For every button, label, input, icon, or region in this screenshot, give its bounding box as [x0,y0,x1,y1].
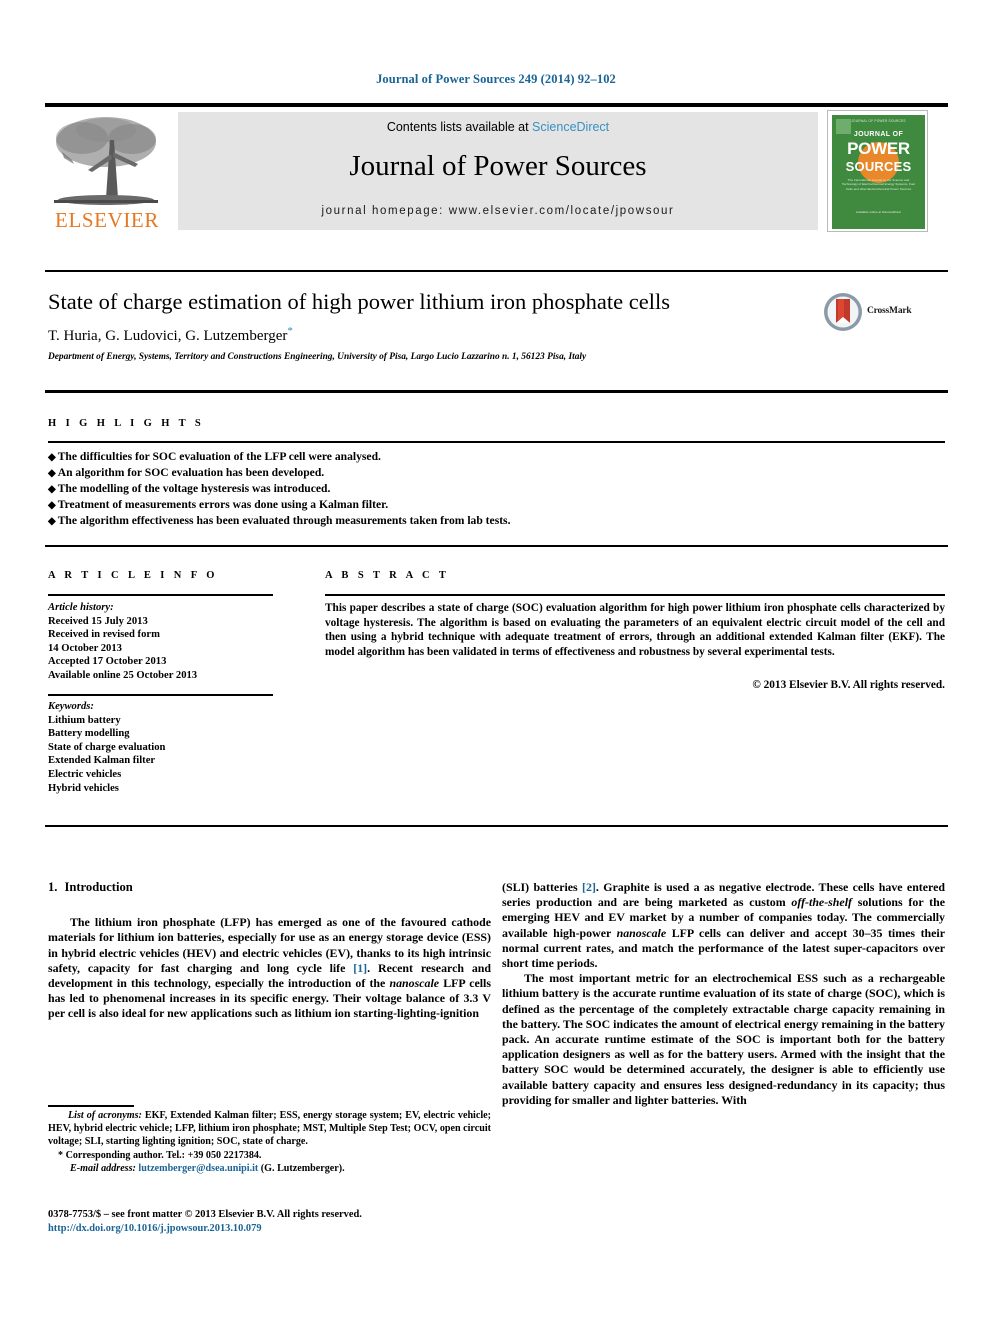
highlights-heading: H I G H L I G H T S [48,418,205,429]
highlights-top-rule [45,390,948,393]
keyword-item: Extended Kalman filter [48,755,156,767]
author-names: T. Huria, G. Ludovici, G. Lutzemberger [48,328,288,344]
section-number: 1. [48,880,58,894]
cover-power-word: POWER [847,139,910,158]
sciencedirect-banner: Contents lists available at ScienceDirec… [178,112,818,230]
paragraph-text: (SLI) batteries [502,880,583,894]
affiliation: Department of Energy, Systems, Territory… [48,352,587,362]
section-heading-introduction: 1. Introduction [48,880,491,895]
article-info-underline [48,594,273,596]
paragraph: The lithium iron phosphate (LFP) has eme… [48,915,491,1021]
running-head: Journal of Power Sources 249 (2014) 92–1… [376,72,616,86]
bullet-icon: ◆ [48,468,56,480]
issn-line: 0378-7753/$ – see front matter © 2013 El… [48,1209,362,1220]
section-title: Introduction [64,880,133,894]
highlight-text: Treatment of measurements errors was don… [57,498,389,512]
highlights-bottom-rule [45,545,948,547]
keywords-heading: Keywords: [48,701,94,712]
body-column-left: 1. Introduction The lithium iron phosphat… [48,880,491,1022]
keyword-item: Lithium battery [48,714,121,726]
emphasis-text: nanoscale [389,976,440,991]
article-info-heading: A R T I C L E I N F O [48,570,218,581]
history-line: Received 15 July 2013 [48,615,148,627]
contents-prefix: Contents lists available at [386,120,533,134]
citation-link[interactable]: [2] [582,880,596,894]
abstract-text: This paper describes a state of charge (… [325,602,945,658]
list-item: ◆ An algorithm for SOC evaluation has bee… [48,465,938,481]
highlight-text: The algorithm effectiveness has been eva… [57,514,511,528]
author-list: T. Huria, G. Ludovici, G. Lutzemberger* [48,325,808,345]
elsevier-wordmark: ELSEVIER [55,208,159,232]
paragraph: (SLI) batteries [2]. Graphite is used a … [502,880,945,971]
cover-sources-word: SOURCES [845,159,912,174]
highlights-list: ◆ The difficulties for SOC evaluation of … [48,449,938,529]
abstract-heading: A B S T R A C T [325,570,450,581]
highlight-text: The modelling of the voltage hysteresis … [57,482,331,496]
list-item: ◆ The difficulties for SOC evaluation of … [48,449,938,465]
keyword-item: Battery modelling [48,728,130,740]
elsevier-logo: ELSEVIER [48,112,166,232]
title-divider [45,270,948,272]
acronyms-heading: List of acronyms: [68,1110,142,1121]
history-line: Available online 25 October 2013 [48,669,198,681]
history-line: 14 October 2013 [48,642,122,654]
crossmark-label: CrossMark [867,306,912,316]
keyword-item: Electric vehicles [48,768,122,780]
sciencedirect-link[interactable]: ScienceDirect [532,120,609,134]
footnote-divider [48,1105,134,1107]
bullet-icon: ◆ [48,500,56,512]
cover-blurb: The International Journal on the Science… [842,178,915,191]
cover-journal-of: JOURNAL OF [853,131,904,138]
list-item: ◆ Treatment of measurements errors was do… [48,497,938,513]
footnote-block: List of acronyms: EKF, Extended Kalman f… [48,1110,491,1176]
keywords-divider [48,694,273,696]
emphasis-text: off-the-shelf [791,895,852,910]
contents-available-line: Contents lists available at ScienceDirec… [178,120,818,134]
journal-homepage-link[interactable]: journal homepage: www.elsevier.com/locat… [178,205,818,217]
bullet-icon: ◆ [48,484,56,496]
acronyms-footnote: List of acronyms: EKF, Extended Kalman f… [48,1110,491,1149]
citation-link[interactable]: [1] [353,961,367,975]
journal-cover-thumbnail[interactable]: JOURNAL OF POWER SOURCES JOURNAL OF POWE… [827,110,928,232]
history-line: Received in revised form [48,629,160,641]
bullet-icon: ◆ [48,516,56,528]
abstract-bottom-rule [45,825,948,827]
abstract-underline [325,594,945,596]
masthead-top-rule [45,103,948,107]
article-history: Article history: Received 15 July 2013 R… [48,601,288,683]
corresponding-author-footnote: * Corresponding author. Tel.: +39 050 22… [58,1149,262,1161]
bullet-icon: ◆ [48,452,56,463]
highlight-text: An algorithm for SOC evaluation has been… [57,466,325,480]
article-history-heading: Article history: [48,602,114,613]
elsevier-tree-icon [54,117,158,205]
list-item: ◆ The modelling of the voltage hysteresis… [48,481,938,497]
email-link[interactable]: lutzemberger@dsea.unipi.it [138,1163,258,1174]
paragraph: The most important metric for an electro… [502,971,945,1107]
page-title: State of charge estimation of high power… [48,289,670,314]
email-heading: E-mail address: [70,1162,136,1174]
highlight-text: The difficulties for SOC evaluation of t… [57,450,381,463]
paper-page: Journal of Power Sources 249 (2014) 92–1… [0,0,992,1323]
highlights-underline [48,441,945,443]
keyword-item: Hybrid vehicles [48,782,119,794]
email-footnote: E-mail address: lutzemberger@dsea.unipi.… [48,1163,491,1176]
cover-footer: Available online at ScienceDirect [856,210,901,214]
list-item: ◆ The algorithm effectiveness has been ev… [48,513,938,529]
issn-doi-block: 0378-7753/$ – see front matter © 2013 El… [48,1208,508,1236]
corresponding-author-marker: * [287,325,293,337]
journal-title: Journal of Power Sources [349,150,647,182]
cover-art: JOURNAL OF POWER SOURCES JOURNAL OF POWE… [832,115,925,229]
abstract-copyright: © 2013 Elsevier B.V. All rights reserved… [752,679,945,691]
crossmark-badge-icon [824,293,862,331]
cover-top-line: JOURNAL OF POWER SOURCES [851,119,906,123]
keywords-block: Keywords: Lithium battery Battery modell… [48,700,288,795]
emphasis-text: nanoscale [616,925,667,940]
history-line: Accepted 17 October 2013 [48,656,167,668]
doi-link[interactable]: http://dx.doi.org/10.1016/j.jpowsour.201… [48,1222,508,1236]
crossmark-badge[interactable]: CrossMark [823,292,923,334]
email-suffix: (G. Lutzemberger). [258,1162,345,1174]
keyword-item: State of charge evaluation [48,741,166,753]
body-column-right: (SLI) batteries [2]. Graphite is used a … [502,880,945,1108]
